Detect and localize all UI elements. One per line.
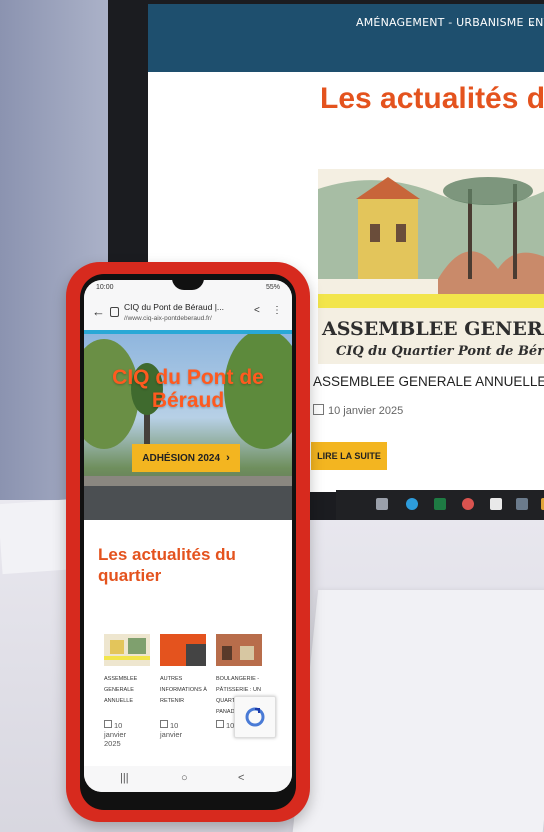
section-title: Les actualités du quartier xyxy=(98,545,236,585)
browser-icon[interactable] xyxy=(462,498,474,510)
article-thumbnail[interactable] xyxy=(160,634,206,666)
recaptcha-icon xyxy=(245,707,265,727)
more-menu-icon[interactable]: ⋮ xyxy=(272,305,282,316)
recaptcha-badge[interactable] xyxy=(234,696,276,738)
nav-item-env[interactable]: ENV xyxy=(528,16,544,29)
article-card[interactable]: AUTRES INFORMATIONS À RETENIR 10 janvier xyxy=(160,634,212,739)
article-label[interactable]: ASSEMBLEE GENERALE ANNUELLE xyxy=(104,674,156,707)
painting-illustration: ASSEMBLEE GENERA CIQ du Quartier Pont de… xyxy=(318,169,544,364)
article-title[interactable]: ASSEMBLEE GENERALE ANNUELLE xyxy=(313,374,544,389)
url-address[interactable]: //www.ciq-aix-pontdeberaud.fr/ xyxy=(124,315,212,322)
smartphone: 10:00 55% ← CIQ du Pont de Béraud |... /… xyxy=(66,262,310,822)
edge-icon[interactable] xyxy=(406,498,418,510)
hero-banner: CIQ du Pont de Béraud ADHÉSION 2024 › xyxy=(84,334,292,520)
back-icon[interactable]: < xyxy=(238,772,244,784)
taskbar xyxy=(336,490,544,520)
chevron-right-icon: › xyxy=(226,452,230,464)
article-date: 10 janvier xyxy=(160,720,183,739)
browser-bar: ← CIQ du Pont de Béraud |... //www.ciq-a… xyxy=(84,296,292,330)
app-icon[interactable] xyxy=(516,498,528,510)
camera-notch xyxy=(172,280,204,290)
task-view-icon[interactable] xyxy=(376,498,388,510)
excel-icon[interactable] xyxy=(434,498,446,510)
calendar-icon xyxy=(313,404,324,415)
battery-level: 55% xyxy=(265,284,280,291)
calendar-icon xyxy=(216,720,224,728)
hero-title: CIQ du Pont de Béraud xyxy=(112,366,264,412)
article-date: 10 janvier 2025 xyxy=(313,404,403,417)
phone-screen: 10:00 55% ← CIQ du Pont de Béraud |... /… xyxy=(84,280,292,792)
recent-apps-icon[interactable]: ||| xyxy=(120,772,129,784)
paper-sheet xyxy=(291,590,544,832)
home-icon[interactable]: ○ xyxy=(181,772,188,784)
article-thumbnail[interactable] xyxy=(104,634,150,666)
nav-item-amenagement[interactable]: AMÉNAGEMENT - URBANISME ⌄ xyxy=(356,16,535,29)
android-nav-bar: ||| ○ < xyxy=(84,766,292,792)
artwork-text-line2: CIQ du Quartier Pont de Béra xyxy=(336,344,544,359)
membership-button[interactable]: ADHÉSION 2024 › xyxy=(132,444,240,472)
article-thumbnail[interactable] xyxy=(216,634,262,666)
page-title[interactable]: CIQ du Pont de Béraud |... xyxy=(124,302,224,312)
status-bar: 10:00 55% xyxy=(84,280,292,296)
page-heading: Les actualités du qu xyxy=(320,82,544,115)
status-time: 10:00 xyxy=(96,284,114,291)
artwork-text-line1: ASSEMBLEE GENERA xyxy=(321,318,544,340)
calendar-icon xyxy=(104,720,112,728)
read-more-button[interactable]: LIRE LA SUITE xyxy=(311,442,387,470)
back-arrow-icon[interactable]: ← xyxy=(92,304,105,319)
article-date: 10 janvier 2025 xyxy=(104,720,127,748)
lock-icon xyxy=(110,307,119,317)
hero-photo xyxy=(84,334,292,520)
article-image[interactable]: ASSEMBLEE GENERA CIQ du Quartier Pont de… xyxy=(318,169,544,364)
photo-scene: AMÉNAGEMENT - URBANISME⌄ ENV Les actuali… xyxy=(0,0,544,832)
share-icon[interactable]: < xyxy=(254,305,260,316)
article-label[interactable]: AUTRES INFORMATIONS À RETENIR xyxy=(160,674,212,707)
site-navigation: AMÉNAGEMENT - URBANISME⌄ ENV xyxy=(148,4,544,72)
calendar-icon xyxy=(160,720,168,728)
article-card[interactable]: ASSEMBLEE GENERALE ANNUELLE 10 janvier 2… xyxy=(104,634,156,748)
store-icon[interactable] xyxy=(490,498,502,510)
phone-bezel: 10:00 55% ← CIQ du Pont de Béraud |... /… xyxy=(80,274,296,810)
